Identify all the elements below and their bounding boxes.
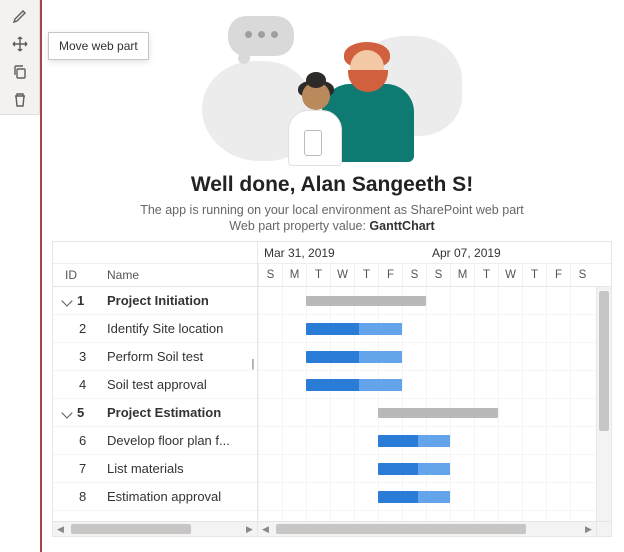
task-name: Project Initiation [107,293,257,308]
bar-lane [258,315,611,343]
table-row[interactable]: 6 Develop floor plan f... [53,427,257,455]
table-row[interactable]: 7 List materials [53,455,257,483]
table-row[interactable]: 2 Identify Site location [53,315,257,343]
trash-icon [12,92,28,108]
pane-splitter[interactable]: || [251,358,253,370]
left-scroll-thumb[interactable] [71,524,191,534]
property-value: GanttChart [369,219,434,233]
gantt-header: ID Name Mar 31, 2019Apr 07, 2019 SMTWTFS… [53,242,611,287]
webpart-content: Well done, Alan Sangeeth S! The app is r… [40,0,622,552]
task-id: 2 [79,321,86,336]
day-header: W [498,264,522,286]
summary-bar[interactable] [378,408,498,418]
vertical-scroll-thumb[interactable] [599,291,609,431]
move-tooltip: Move web part [48,32,149,60]
chevron-down-icon[interactable] [61,295,72,306]
day-header: S [402,264,426,286]
gantt-body: 1 Project Initiation 2 Identify Site locati… [53,287,611,536]
day-header: W [330,264,354,286]
edit-button[interactable] [4,2,36,30]
task-bar[interactable] [378,435,450,447]
right-scroll-thumb[interactable] [276,524,526,534]
task-name: List materials [107,461,257,476]
delete-button[interactable] [4,86,36,114]
property-line: Web part property value: GanttChart [42,219,622,233]
day-header: S [258,264,282,286]
bar-lane [258,287,611,315]
gantt-chart: ID Name Mar 31, 2019Apr 07, 2019 SMTWTFS… [52,241,612,537]
column-header-name[interactable]: Name [107,268,257,282]
day-header: F [546,264,570,286]
hero-illustration [202,10,462,165]
speech-bubble-icon [228,16,294,56]
bar-lane [258,427,611,455]
table-row[interactable]: 5 Project Estimation [53,399,257,427]
horizontal-scrollbar[interactable]: ◀ ▶ ◀ ▶ [53,521,596,536]
bar-lane [258,371,611,399]
duplicate-button[interactable] [4,58,36,86]
task-id: 7 [79,461,86,476]
webpart-toolbar [0,0,40,115]
chevron-down-icon[interactable] [61,407,72,418]
copy-icon [12,64,28,80]
task-name: Identify Site location [107,321,257,336]
week-label: Apr 07, 2019 [426,246,594,260]
day-header: M [282,264,306,286]
table-row[interactable]: 4 Soil test approval [53,371,257,399]
pencil-icon [12,8,28,24]
day-header: F [378,264,402,286]
task-name: Develop floor plan f... [107,433,257,448]
scrollbar-corner [596,521,611,536]
person-woman-icon [280,72,350,162]
bar-lane [258,399,611,427]
welcome-subtext: The app is running on your local environ… [42,203,622,217]
property-label: Web part property value: [229,219,369,233]
bar-lane [258,343,611,371]
week-label: Mar 31, 2019 [258,246,426,260]
move-icon [12,36,28,52]
task-name: Perform Soil test [107,349,257,364]
day-header: T [306,264,330,286]
day-header: T [522,264,546,286]
task-id: 6 [79,433,86,448]
task-id: 3 [79,349,86,364]
task-bar[interactable] [378,463,450,475]
day-header: S [426,264,450,286]
move-button[interactable] [4,30,36,58]
task-bar[interactable] [306,323,402,335]
welcome-headline: Well done, Alan Sangeeth S! [42,173,622,197]
tooltip-text: Move web part [59,39,138,53]
day-header: M [450,264,474,286]
table-row[interactable]: 8 Estimation approval [53,483,257,511]
bar-lane [258,455,611,483]
task-id: 8 [79,489,86,504]
task-id: 1 [77,293,84,308]
day-header: T [474,264,498,286]
vertical-scrollbar[interactable] [596,287,611,521]
task-name: Project Estimation [107,405,257,420]
day-header: S [570,264,594,286]
task-id: 4 [79,377,86,392]
table-row[interactable]: 1 Project Initiation [53,287,257,315]
table-row[interactable]: 3 Perform Soil test [53,343,257,371]
column-header-id[interactable]: ID [53,268,107,282]
day-header: T [354,264,378,286]
bar-lane [258,483,611,511]
task-bar[interactable] [306,351,402,363]
task-name: Estimation approval [107,489,257,504]
task-bar[interactable] [378,491,450,503]
task-name: Soil test approval [107,377,257,392]
task-id: 5 [77,405,84,420]
task-bar[interactable] [306,379,402,391]
summary-bar[interactable] [306,296,426,306]
